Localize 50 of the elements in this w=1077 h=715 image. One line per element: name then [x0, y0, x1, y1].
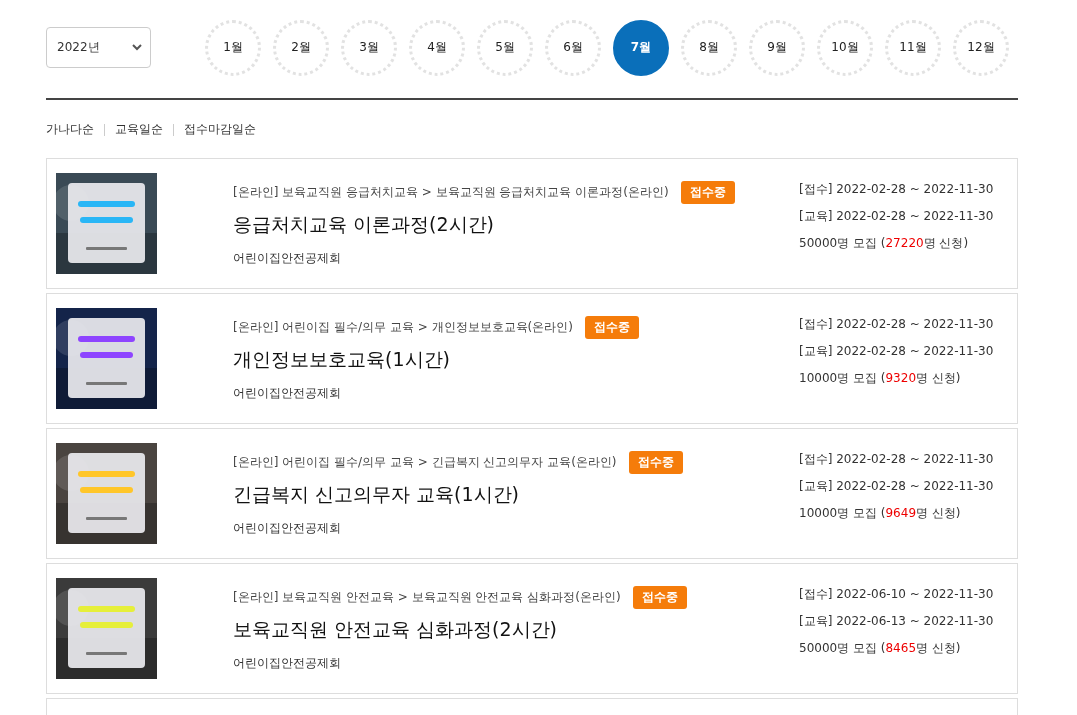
caret-icon — [132, 44, 142, 51]
sort-link[interactable]: 교육일순 — [115, 121, 163, 138]
course-category: [온라인] 어린이집 필수/의무 교육 > 개인정보보호교육(온라인) — [233, 318, 573, 336]
course-card[interactable]: [온라인] 보육교직원 응급처치교육 > 보육교직원 응급처치교육 이론과정(온라인) 접수중 응급처치교육 이론과정(2시간) 어린이집안전공제회 [접수] 2022-02-28 ~ 2022-11-30 [교육] 2022-02-28 ~ 2022-11-30 50000명 모집 (27220명 신청) — [46, 158, 1018, 289]
course-title[interactable]: 보육교직원 안전교육 심화과정(2시간) — [233, 616, 799, 643]
month-tab[interactable]: 11월 — [885, 19, 941, 76]
course-period: [접수] 2022-02-28 ~ 2022-11-30 — [799, 316, 994, 333]
course-category: [온라인] 어린이집 필수/의무 교육 > 긴급복지 신고의무자 교육(온라인) — [233, 453, 617, 471]
sort-link[interactable]: 접수마감일순 — [184, 121, 256, 138]
course-category: [온라인] 보육교직원 안전교육 > 보육교직원 안전교육 심화과정(온라인) — [233, 588, 621, 606]
month-tab[interactable]: 7월 — [613, 19, 669, 76]
course-period: [교육] 2022-06-13 ~ 2022-11-30 — [799, 613, 994, 630]
month-tab[interactable]: 10월 — [817, 19, 873, 76]
month-tab[interactable]: 3월 — [341, 19, 397, 76]
course-card[interactable] — [46, 698, 1018, 715]
course-period: [접수] 2022-06-10 ~ 2022-11-30 — [799, 586, 994, 603]
month-tab[interactable]: 4월 — [409, 19, 465, 76]
course-card[interactable]: [온라인] 어린이집 필수/의무 교육 > 개인정보보호교육(온라인) 접수중 개인정보보호교육(1시간) 어린이집안전공제회 [접수] 2022-02-28 ~ 2022-11-30 [교육] 2022-02-28 ~ 2022-11-30 10000명 모집 (9320명 신청) — [46, 293, 1018, 424]
month-tab[interactable]: 6월 — [545, 19, 601, 76]
course-card[interactable]: [온라인] 보육교직원 안전교육 > 보육교직원 안전교육 심화과정(온라인) 접수중 보육교직원 안전교육 심화과정(2시간) 어린이집안전공제회 [접수] 2022-06-10 ~ 2022-11-30 [교육] 2022-06-13 ~ 2022-11-30 50000명 모집 (8465명 신청) — [46, 563, 1018, 694]
course-title[interactable]: 긴급복지 신고의무자 교육(1시간) — [233, 481, 799, 508]
course-category: [온라인] 보육교직원 응급처치교육 > 보육교직원 응급처치교육 이론과정(온라인) — [233, 183, 669, 201]
year-select[interactable]: 2022년 — [46, 27, 151, 68]
sort-link[interactable]: 가나다순 — [46, 121, 94, 138]
enrollment-count: 10000명 모집 (9649명 신청) — [799, 505, 962, 522]
course-title[interactable]: 응급처치교육 이론과정(2시간) — [233, 211, 799, 238]
month-tab[interactable]: 5월 — [477, 19, 533, 76]
course-period: [교육] 2022-02-28 ~ 2022-11-30 — [799, 343, 994, 360]
course-period: [접수] 2022-02-28 ~ 2022-11-30 — [799, 451, 994, 468]
course-card[interactable]: [온라인] 어린이집 필수/의무 교육 > 긴급복지 신고의무자 교육(온라인) 접수중 긴급복지 신고의무자 교육(1시간) 어린이집안전공제회 [접수] 2022-02-28 ~ 2022-11-30 [교육] 2022-02-28 ~ 2022-11-30 10000명 모집 (9649명 신청) — [46, 428, 1018, 559]
month-tab[interactable]: 1월 — [205, 19, 261, 76]
status-badge: 접수중 — [632, 585, 687, 609]
month-tab[interactable]: 9월 — [749, 19, 805, 76]
month-tab[interactable]: 2월 — [273, 19, 329, 76]
course-period: [교육] 2022-02-28 ~ 2022-11-30 — [799, 208, 994, 225]
course-period: [교육] 2022-02-28 ~ 2022-11-30 — [799, 478, 994, 495]
month-tab[interactable]: 12월 — [953, 19, 1009, 76]
course-organizer: 어린이집안전공제회 — [233, 519, 342, 537]
status-badge: 접수중 — [680, 180, 735, 204]
course-organizer: 어린이집안전공제회 — [233, 384, 342, 402]
enrollment-count: 50000명 모집 (8465명 신청) — [799, 640, 962, 657]
enrollment-count: 50000명 모집 (27220명 신청) — [799, 235, 970, 252]
course-organizer: 어린이집안전공제회 — [233, 249, 342, 267]
enrollment-count: 10000명 모집 (9320명 신청) — [799, 370, 962, 387]
status-badge: 접수중 — [584, 315, 639, 339]
month-tab[interactable]: 8월 — [681, 19, 737, 76]
course-title[interactable]: 개인정보보호교육(1시간) — [233, 346, 799, 373]
course-organizer: 어린이집안전공제회 — [233, 654, 342, 672]
course-period: [접수] 2022-02-28 ~ 2022-11-30 — [799, 181, 994, 198]
status-badge: 접수중 — [628, 450, 683, 474]
